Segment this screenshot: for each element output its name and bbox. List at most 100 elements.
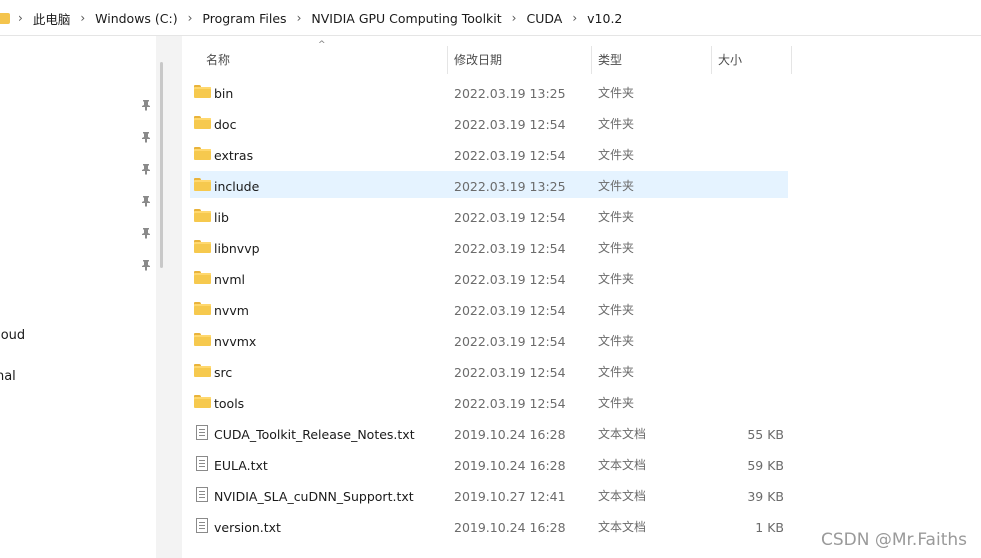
chevron-right-icon[interactable]: ›: [572, 11, 577, 25]
text-file-icon: [194, 456, 211, 471]
file-type: 文本文档: [598, 427, 647, 441]
file-name: nvml: [214, 272, 245, 287]
file-row[interactable]: extras 2022.03.19 12:54 文件夹: [190, 140, 788, 167]
file-row[interactable]: nvvmx 2022.03.19 12:54 文件夹: [190, 326, 788, 353]
file-modified-date: 2019.10.27 12:41: [454, 489, 566, 504]
column-divider[interactable]: [711, 46, 712, 74]
file-modified-date: 2022.03.19 13:25: [454, 86, 566, 101]
file-size: 1 KB: [755, 520, 784, 535]
file-type: 文件夹: [598, 396, 635, 410]
file-type: 文件夹: [598, 210, 635, 224]
folder-icon: [194, 302, 211, 316]
column-header-type[interactable]: 类型: [598, 36, 622, 76]
file-modified-date: 2022.03.19 12:54: [454, 241, 566, 256]
pin-icon: [140, 259, 152, 271]
file-type: 文件夹: [598, 365, 635, 379]
breadcrumb: › 此电脑 › Windows (C:) › Program Files › N…: [0, 0, 632, 36]
file-row[interactable]: bin 2022.03.19 13:25 文件夹: [190, 78, 788, 105]
folder-icon: [194, 178, 211, 192]
column-divider[interactable]: [447, 46, 448, 74]
watermark: CSDN @Mr.Faiths: [820, 530, 967, 550]
file-type: 文本文档: [598, 489, 647, 503]
column-header-size[interactable]: 大小: [718, 36, 742, 76]
file-row[interactable]: EULA.txt 2019.10.24 16:28 文本文档 59 KB: [190, 450, 788, 477]
breadcrumb-item-program-files[interactable]: Program Files: [202, 11, 286, 26]
file-type: 文本文档: [598, 458, 647, 472]
folder-icon: [194, 333, 211, 347]
file-modified-date: 2022.03.19 13:25: [454, 179, 566, 194]
file-row[interactable]: src 2022.03.19 12:54 文件夹: [190, 357, 788, 384]
nav-item-personal[interactable]: onal: [0, 369, 16, 384]
text-file-icon: [194, 425, 211, 440]
file-name: tools: [214, 396, 245, 411]
file-size: 39 KB: [747, 489, 784, 504]
file-modified-date: 2019.10.24 16:28: [454, 520, 566, 535]
file-name: EULA.txt: [214, 458, 268, 473]
breadcrumb-item-windows-c[interactable]: Windows (C:): [95, 11, 177, 26]
file-name: nvvmx: [214, 334, 257, 349]
chevron-right-icon[interactable]: ›: [188, 11, 193, 25]
file-type: 文本文档: [598, 520, 647, 534]
folder-icon: [194, 364, 211, 378]
file-modified-date: 2022.03.19 12:54: [454, 334, 566, 349]
file-modified-date: 2022.03.19 12:54: [454, 148, 566, 163]
breadcrumb-item-nvidia-toolkit[interactable]: NVIDIA GPU Computing Toolkit: [311, 11, 501, 26]
chevron-right-icon[interactable]: ›: [297, 11, 302, 25]
chevron-right-icon[interactable]: ›: [18, 11, 23, 25]
file-row[interactable]: tools 2022.03.19 12:54 文件夹: [190, 388, 788, 415]
file-type: 文件夹: [598, 86, 635, 100]
file-type: 文件夹: [598, 272, 635, 286]
address-bar[interactable]: › 此电脑 › Windows (C:) › Program Files › N…: [0, 0, 981, 36]
text-file-icon: [194, 518, 211, 533]
nav-scrollbar[interactable]: [160, 62, 163, 268]
file-modified-date: 2022.03.19 12:54: [454, 210, 566, 225]
folder-icon: [194, 271, 211, 285]
chevron-right-icon[interactable]: ›: [512, 11, 517, 25]
column-divider[interactable]: [791, 46, 792, 74]
folder-icon: [0, 12, 10, 24]
file-row[interactable]: libnvvp 2022.03.19 12:54 文件夹: [190, 233, 788, 260]
folder-icon: [194, 395, 211, 409]
breadcrumb-item-this-pc[interactable]: 此电脑: [33, 9, 71, 28]
file-name: version.txt: [214, 520, 281, 535]
breadcrumb-item-v10-2[interactable]: v10.2: [587, 11, 622, 26]
file-row[interactable]: include 2022.03.19 13:25 文件夹: [190, 171, 788, 198]
column-header-name[interactable]: 名称: [206, 36, 230, 76]
breadcrumb-item-cuda[interactable]: CUDA: [526, 11, 562, 26]
file-type: 文件夹: [598, 241, 635, 255]
file-row[interactable]: nvml 2022.03.19 12:54 文件夹: [190, 264, 788, 291]
file-name: nvvm: [214, 303, 249, 318]
file-modified-date: 2022.03.19 12:54: [454, 303, 566, 318]
navigation-pane[interactable]: Cloud onal: [0, 36, 182, 558]
column-header-modified[interactable]: 修改日期: [454, 36, 502, 76]
nav-item-cloud[interactable]: Cloud: [0, 328, 25, 343]
file-row[interactable]: doc 2022.03.19 12:54 文件夹: [190, 109, 788, 136]
file-type: 文件夹: [598, 303, 635, 317]
column-divider[interactable]: [591, 46, 592, 74]
folder-icon: [194, 85, 211, 99]
file-modified-date: 2019.10.24 16:28: [454, 458, 566, 473]
file-type: 文件夹: [598, 334, 635, 348]
file-row[interactable]: version.txt 2019.10.24 16:28 文本文档 1 KB: [190, 512, 788, 539]
file-name: NVIDIA_SLA_cuDNN_Support.txt: [214, 489, 414, 504]
file-modified-date: 2022.03.19 12:54: [454, 365, 566, 380]
file-row[interactable]: NVIDIA_SLA_cuDNN_Support.txt 2019.10.27 1…: [190, 481, 788, 508]
pin-icon: [140, 195, 152, 207]
file-size: 55 KB: [747, 427, 784, 442]
file-name: include: [214, 179, 260, 194]
file-modified-date: 2022.03.19 12:54: [454, 272, 566, 287]
file-modified-date: 2022.03.19 12:54: [454, 396, 566, 411]
chevron-right-icon[interactable]: ›: [80, 11, 85, 25]
file-name: libnvvp: [214, 241, 260, 256]
file-type: 文件夹: [598, 117, 635, 131]
file-name: doc: [214, 117, 237, 132]
column-headers: ^ 名称 修改日期 类型 大小: [182, 36, 981, 76]
file-size: 59 KB: [747, 458, 784, 473]
file-row[interactable]: CUDA_Toolkit_Release_Notes.txt 2019.10.24…: [190, 419, 788, 446]
file-row[interactable]: nvvm 2022.03.19 12:54 文件夹: [190, 295, 788, 322]
file-modified-date: 2022.03.19 12:54: [454, 117, 566, 132]
folder-icon: [194, 209, 211, 223]
file-modified-date: 2019.10.24 16:28: [454, 427, 566, 442]
pin-icon: [140, 131, 152, 143]
file-row[interactable]: lib 2022.03.19 12:54 文件夹: [190, 202, 788, 229]
